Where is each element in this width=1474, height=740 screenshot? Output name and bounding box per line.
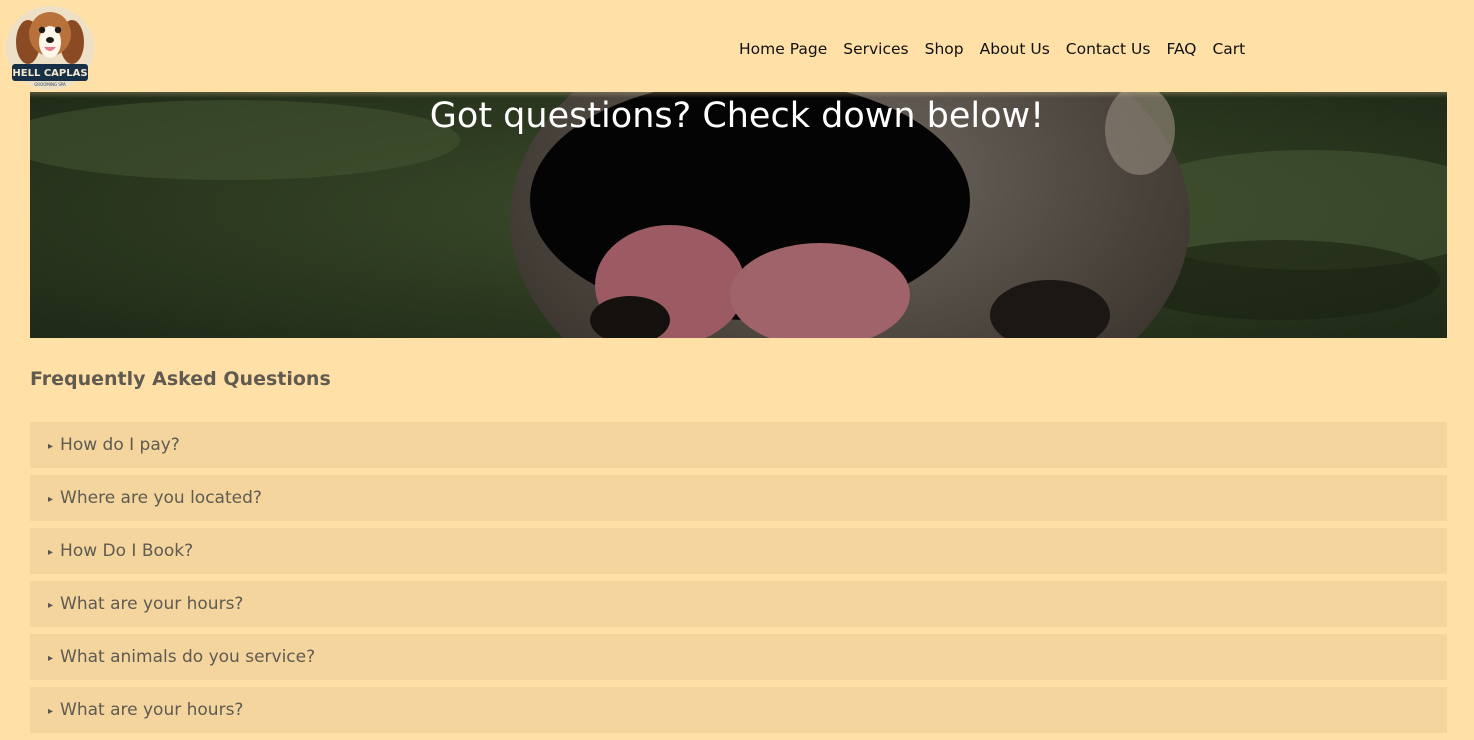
faq-item-animals[interactable]: ▸ What animals do you service? <box>30 634 1447 680</box>
faq-item-hours-repeat[interactable]: ▸ What are your hours? <box>30 687 1447 733</box>
nav-about-us[interactable]: About Us <box>980 39 1050 59</box>
disclosure-triangle-icon: ▸ <box>48 652 54 664</box>
faq-question: What animals do you service? <box>60 647 316 667</box>
faq-question: How Do I Book? <box>60 541 194 561</box>
faq-question: Where are you located? <box>60 488 262 508</box>
disclosure-triangle-icon: ▸ <box>48 705 54 717</box>
main-nav: Home Page Services Shop About Us Contact… <box>739 39 1245 59</box>
faq-item-how-do-i-pay[interactable]: ▸ How do I pay? <box>30 422 1447 468</box>
nav-shop[interactable]: Shop <box>925 39 964 59</box>
nav-cart[interactable]: Cart <box>1212 39 1245 59</box>
faq-item-hours[interactable]: ▸ What are your hours? <box>30 581 1447 627</box>
faq-item-booking[interactable]: ▸ How Do I Book? <box>30 528 1447 574</box>
faq-question: How do I pay? <box>60 435 180 455</box>
faq-item-location[interactable]: ▸ Where are you located? <box>30 475 1447 521</box>
site-logo[interactable]: HELL CAPLAS GROOMING SPA <box>0 0 100 94</box>
nav-contact-us[interactable]: Contact Us <box>1066 39 1151 59</box>
logo-wordmark: HELL CAPLAS <box>12 68 87 79</box>
nav-home-page[interactable]: Home Page <box>739 39 827 59</box>
faq-heading: Frequently Asked Questions <box>30 368 331 390</box>
disclosure-triangle-icon: ▸ <box>48 493 54 505</box>
nav-faq[interactable]: FAQ <box>1166 39 1196 59</box>
logo-subtext: GROOMING SPA <box>34 82 66 87</box>
disclosure-triangle-icon: ▸ <box>48 546 54 558</box>
nav-services[interactable]: Services <box>843 39 908 59</box>
disclosure-triangle-icon: ▸ <box>48 440 54 452</box>
faq-list: ▸ How do I pay? ▸ Where are you located?… <box>30 422 1447 740</box>
faq-question: What are your hours? <box>60 594 244 614</box>
faq-question: What are your hours? <box>60 700 244 720</box>
disclosure-triangle-icon: ▸ <box>48 599 54 611</box>
hero-title: Got questions? Check down below! <box>429 96 1045 136</box>
